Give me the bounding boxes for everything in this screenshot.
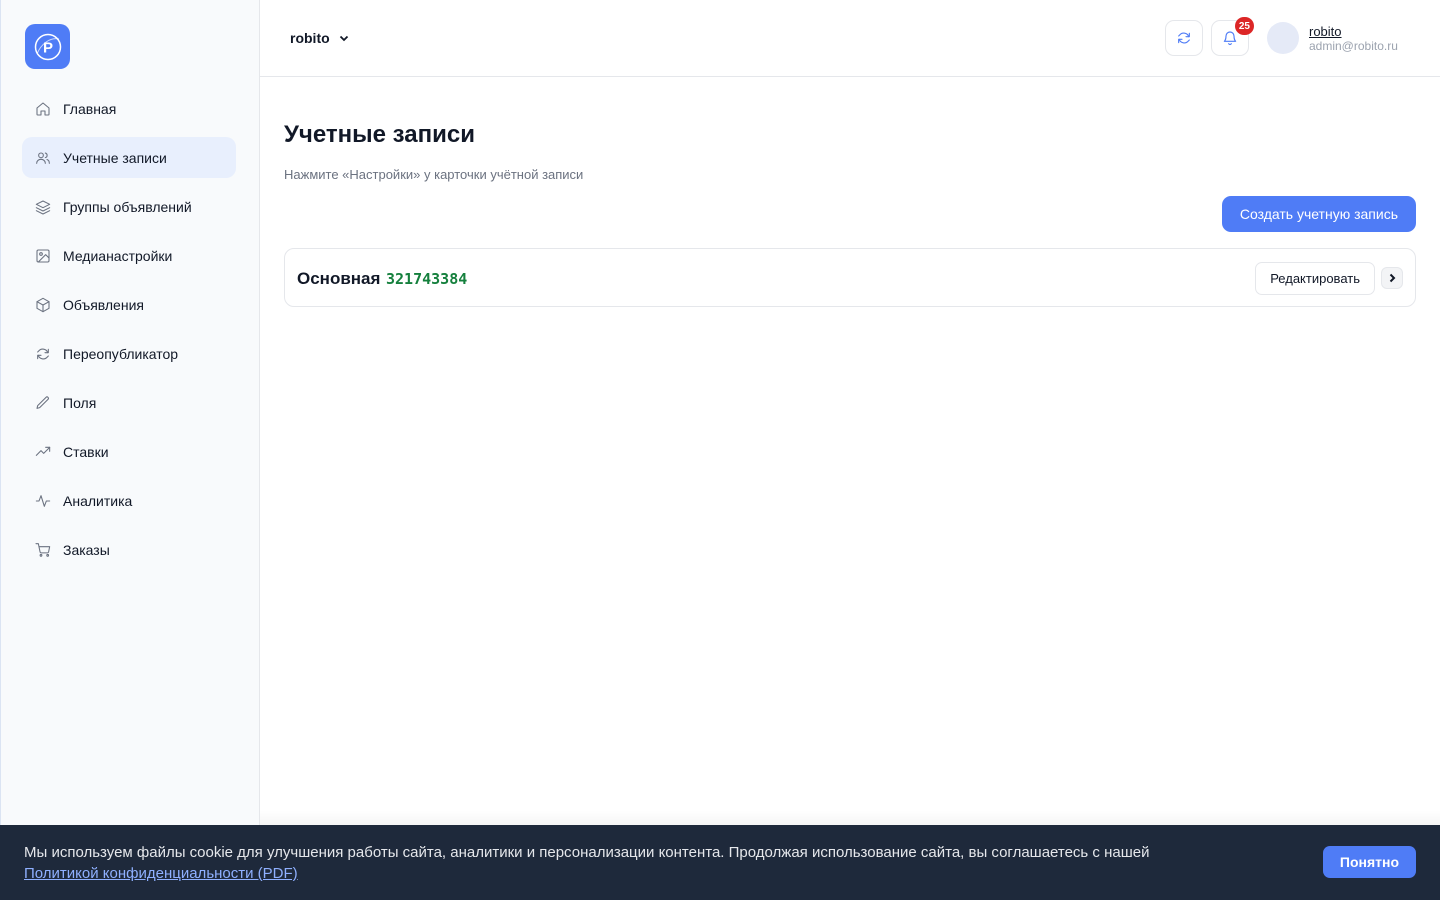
sidebar-item-media-settings[interactable]: Медианастройки (22, 235, 236, 276)
sidebar-item-republisher[interactable]: Переопубликатор (22, 333, 236, 374)
sidebar-item-label: Поля (63, 394, 97, 411)
refresh-icon (1178, 32, 1190, 44)
sidebar: P Главная Учетные записи Группы объявлен… (0, 0, 260, 900)
pencil-icon (35, 395, 51, 411)
bell-icon (1223, 31, 1237, 46)
users-icon (35, 150, 51, 166)
notifications-button[interactable]: 25 (1211, 17, 1254, 56)
chevron-right-icon (1389, 273, 1396, 283)
content-fade (260, 810, 1440, 825)
sidebar-item-label: Группы объявлений (63, 198, 192, 215)
chevron-down-icon (339, 35, 348, 42)
sidebar-item-home[interactable]: Главная (22, 88, 236, 129)
refresh-icon (35, 346, 51, 362)
app-logo[interactable]: P (25, 24, 70, 69)
cookie-banner: Мы используем файлы cookie для улучшения… (0, 825, 1440, 900)
sidebar-item-bids[interactable]: Ставки (22, 431, 236, 472)
sidebar-item-label: Аналитика (63, 492, 133, 509)
box-icon (35, 297, 51, 313)
sidebar-item-label: Объявления (63, 296, 144, 313)
edit-account-button[interactable]: Редактировать (1255, 262, 1375, 295)
cookie-accept-button[interactable]: Понятно (1322, 846, 1416, 878)
sidebar-nav: Главная Учетные записи Группы объявлений… (22, 88, 236, 578)
notifications-badge: 25 (1234, 17, 1254, 35)
workspace-name: robito (290, 30, 330, 46)
account-id: 321743384 (386, 270, 468, 288)
sidebar-item-label: Ставки (63, 443, 109, 460)
user-name-link[interactable]: robito (1309, 24, 1342, 39)
sidebar-item-ad-groups[interactable]: Группы объявлений (22, 186, 236, 227)
account-card: Основная 321743384 Редактировать (284, 248, 1416, 307)
sidebar-item-ads[interactable]: Объявления (22, 284, 236, 325)
trending-up-icon (35, 444, 51, 460)
privacy-policy-link[interactable]: Политикой конфиденциальности (PDF) (24, 865, 298, 882)
sidebar-item-fields[interactable]: Поля (22, 382, 236, 423)
svg-text:P: P (42, 39, 52, 56)
cookie-message: Мы используем файлы cookie для улучшения… (24, 844, 1150, 861)
cookie-text: Мы используем файлы cookie для улучшения… (24, 842, 1204, 884)
sidebar-item-label: Главная (63, 100, 117, 117)
sidebar-item-orders[interactable]: Заказы (22, 529, 236, 570)
layers-icon (35, 199, 51, 215)
sidebar-item-label: Учетные записи (63, 149, 167, 166)
sidebar-item-label: Заказы (63, 541, 110, 558)
create-account-button[interactable]: Создать учетную запись (1221, 196, 1416, 232)
account-name: Основная (297, 269, 381, 288)
top-bar: robito 25 robito admin@robito.ru (260, 0, 1440, 77)
page-title: Учетные записи (284, 121, 475, 148)
avatar[interactable] (1267, 22, 1299, 54)
cart-icon (35, 542, 51, 558)
refresh-button[interactable] (1165, 20, 1203, 56)
home-icon (35, 101, 51, 117)
logo-mark-icon: P (34, 33, 61, 60)
workspace-switcher[interactable]: robito (290, 30, 350, 46)
sidebar-item-label: Переопубликатор (63, 345, 179, 362)
page-hint: Нажмите «Настройки» у карточки учётной з… (284, 167, 584, 182)
expand-account-button[interactable] (1381, 267, 1403, 289)
sidebar-item-label: Медианастройки (63, 247, 173, 264)
activity-icon (35, 493, 51, 509)
user-email: admin@robito.ru (1309, 39, 1398, 53)
sidebar-item-analytics[interactable]: Аналитика (22, 480, 236, 521)
image-icon (35, 248, 51, 264)
sidebar-item-accounts[interactable]: Учетные записи (22, 137, 236, 178)
